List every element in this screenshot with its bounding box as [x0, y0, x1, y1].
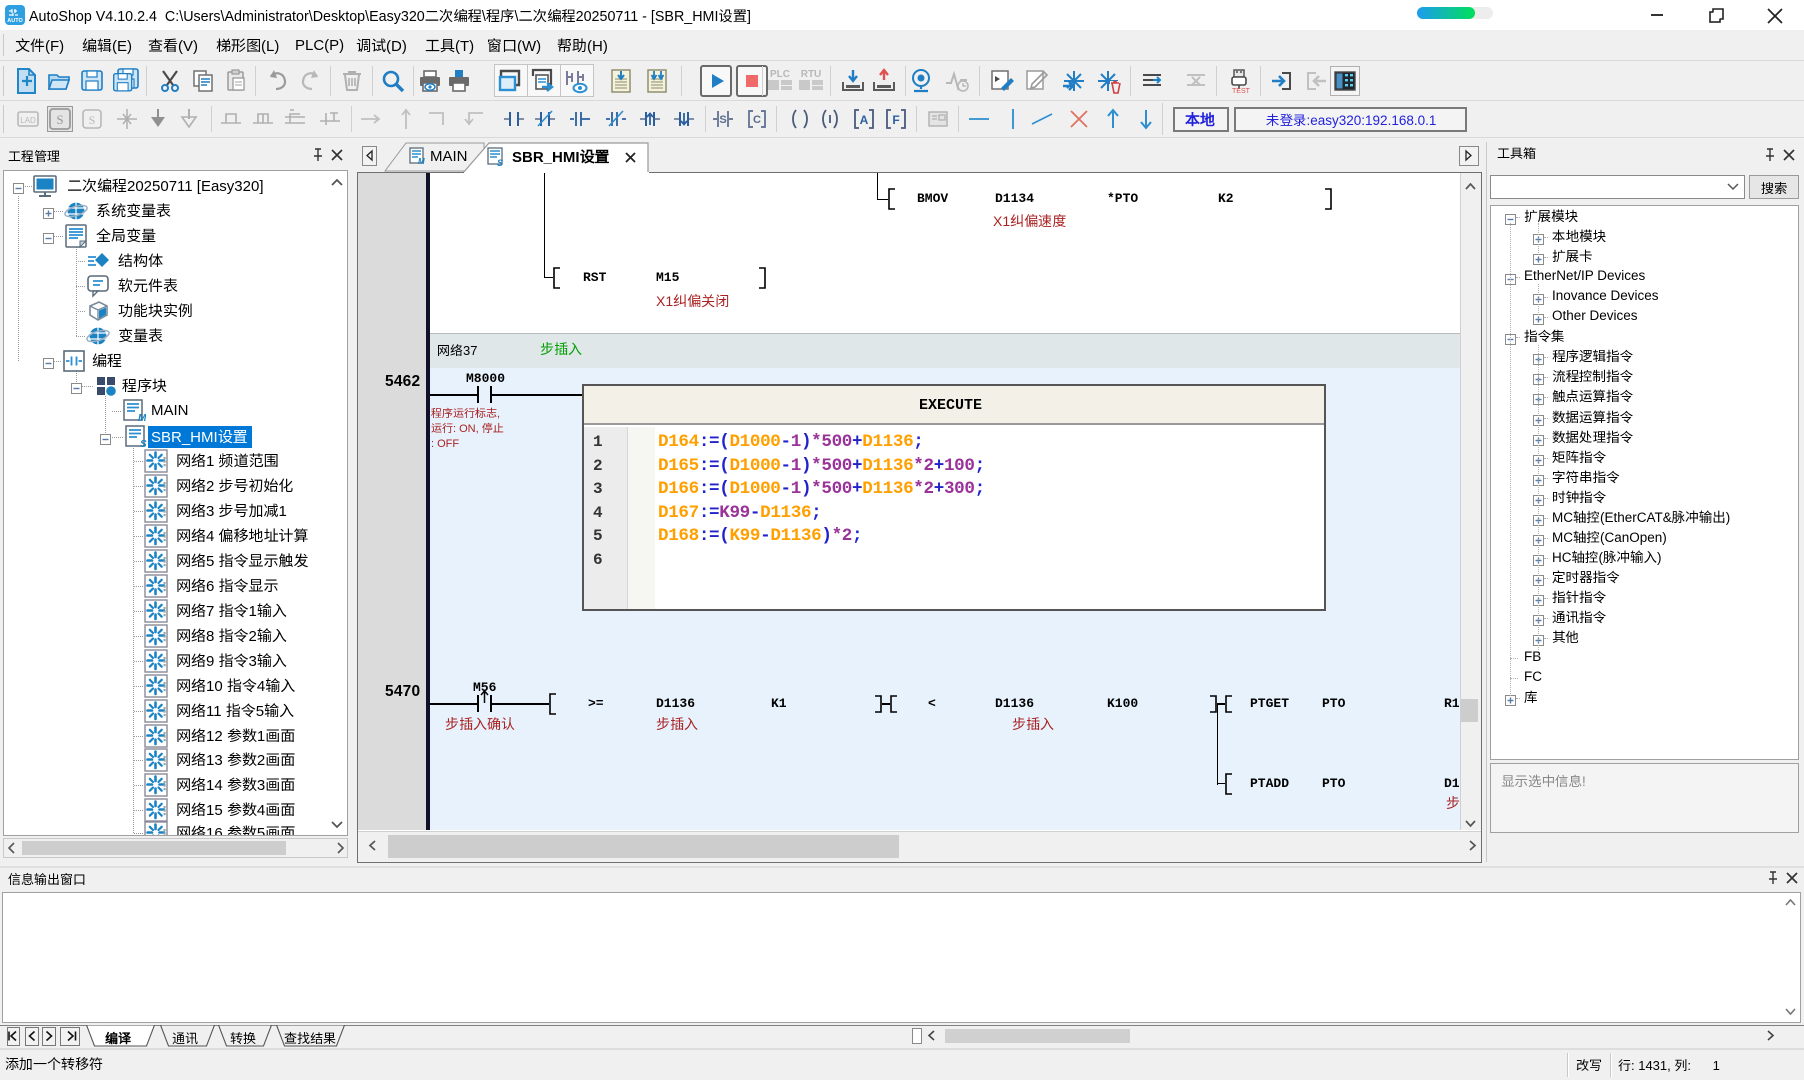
- svg-text:C: C: [753, 114, 761, 126]
- svg-text:LAD: LAD: [20, 116, 36, 125]
- svg-text:A: A: [860, 113, 869, 127]
- svg-text:S: S: [497, 158, 503, 167]
- svg-text:S: S: [89, 113, 96, 127]
- svg-text:F: F: [892, 113, 899, 127]
- svg-text:M: M: [138, 413, 146, 423]
- svg-text:RTU: RTU: [801, 69, 822, 80]
- svg-text:S: S: [56, 112, 63, 127]
- svg-text:AUTO: AUTO: [7, 18, 23, 24]
- svg-text:TE: TE: [1232, 88, 1241, 94]
- svg-text:M: M: [418, 157, 425, 166]
- svg-text:PLC: PLC: [770, 69, 790, 80]
- svg-text:S: S: [140, 439, 147, 449]
- svg-text:S: S: [719, 114, 726, 126]
- svg-text:ST: ST: [1241, 88, 1251, 94]
